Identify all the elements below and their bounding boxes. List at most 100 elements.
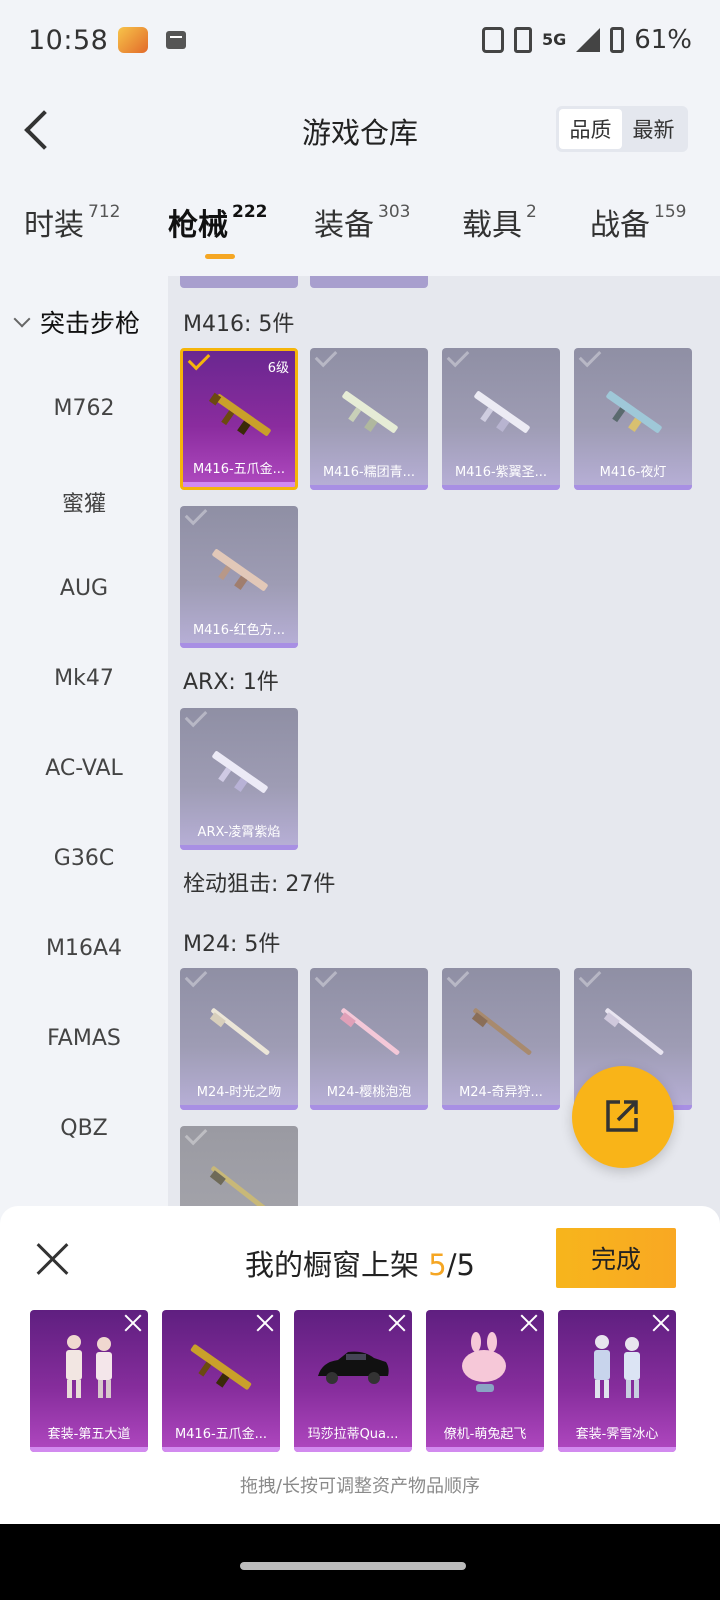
sidebar-item-ac-val[interactable]: AC-VAL [0, 756, 168, 781]
tab-combat-gear[interactable]: 战备 159 [590, 200, 686, 260]
tab-label: 战备 [590, 208, 650, 243]
tab-count: 222 [232, 202, 268, 222]
tab-count: 159 [654, 202, 687, 222]
rifle-icon [342, 391, 398, 433]
weapon-card[interactable]: M416-夜灯 [574, 348, 692, 490]
sidebar-item-qbz[interactable]: QBZ [0, 1116, 168, 1141]
showcase-item-name: 僚机-萌兔起飞 [443, 1427, 527, 1442]
remove-icon[interactable] [256, 1314, 274, 1332]
weapon-card[interactable]: M416-红色方... [180, 506, 298, 648]
checkmark-icon [184, 968, 208, 988]
scrolled-card-edge [310, 276, 428, 288]
signal-icon [576, 28, 601, 52]
sidebar-group-assault-rifles[interactable]: 突击步枪 [12, 304, 140, 340]
tab-count: 303 [378, 202, 411, 222]
chevron-down-icon [13, 310, 31, 328]
sort-toggle: 品质 最新 [556, 106, 688, 152]
weapon-card[interactable]: M24-樱桃泡泡 [310, 968, 428, 1110]
status-bar: 10:58 5G 61% [0, 0, 720, 80]
vibrate-icon [481, 27, 504, 53]
sniper-rifle-icon [603, 1008, 664, 1055]
rifle-icon [606, 391, 662, 433]
car-icon [318, 1351, 389, 1384]
header: 游戏仓库 品质 最新 [0, 90, 720, 170]
showcase-item[interactable]: M416-五爪金... [162, 1310, 280, 1452]
rifle-icon [208, 392, 271, 436]
weapon-card[interactable]: M24-时光之吻 [180, 968, 298, 1110]
status-icons: 5G 61% [481, 25, 692, 55]
tab-equipment[interactable]: 装备 303 [314, 200, 410, 260]
checkmark-icon [314, 348, 338, 368]
checkmark-icon [184, 1126, 208, 1146]
remove-icon[interactable] [388, 1314, 406, 1332]
sidebar-item-g36c[interactable]: G36C [0, 846, 168, 871]
showcase-item[interactable]: 套装-第五大道 [30, 1310, 148, 1452]
reorder-hint: 拖拽/长按可调整资产物品顺序 [239, 1476, 481, 1497]
weapon-card[interactable]: 6级 M416-五爪金... [180, 348, 298, 490]
level-badge: 6级 [267, 361, 289, 376]
category-tabs: 时装 712 枪械 222 装备 303 载具 2 战备 159 [0, 200, 720, 270]
clock: 10:58 [28, 24, 109, 56]
rifle-icon [212, 751, 268, 793]
remove-icon[interactable] [124, 1314, 142, 1332]
tab-weapons[interactable]: 枪械 222 [168, 200, 268, 260]
sniper-rifle-icon [471, 1008, 532, 1055]
weapon-name: M416-糯团青... [322, 465, 416, 480]
battery-level: 61% [634, 25, 692, 55]
sheet-title-text: 我的橱窗上架 [245, 1248, 429, 1282]
sidebar-item-aug[interactable]: AUG [0, 576, 168, 601]
sidebar-item-famas[interactable]: FAMAS [0, 1026, 168, 1051]
rifle-icon [190, 1344, 252, 1390]
group-title-arx: ARX: 1件 [183, 670, 279, 695]
tab-vehicles[interactable]: 载具 2 [462, 200, 537, 260]
tab-count: 712 [88, 202, 121, 222]
showcase-item-name: 套装-第五大道 [47, 1427, 131, 1442]
showcase-item-name: 玛莎拉蒂Qua... [307, 1427, 399, 1442]
showcase-sheet: 我的橱窗上架 5/5 完成 套装-第五大道 M416-五爪金... 玛莎拉蒂Qu… [0, 1206, 720, 1524]
checkmark-icon [184, 506, 208, 526]
sidebar-item-m16a4[interactable]: M16A4 [0, 936, 168, 961]
tab-fashion[interactable]: 时装 712 [24, 200, 120, 260]
tab-label: 装备 [314, 208, 374, 243]
rifle-icon [212, 549, 268, 591]
remove-icon[interactable] [652, 1314, 670, 1332]
showcase-item[interactable]: 玛莎拉蒂Qua... [294, 1310, 412, 1452]
weapon-card[interactable]: M416-紫翼圣... [442, 348, 560, 490]
checkmark-icon [446, 968, 470, 988]
outfit-icon [594, 1335, 640, 1398]
sort-quality-option[interactable]: 品质 [559, 109, 622, 149]
showcase-total: /5 [446, 1248, 475, 1282]
weapon-card[interactable]: ARX-凌霄紫焰 [180, 708, 298, 850]
remove-icon[interactable] [520, 1314, 538, 1332]
weapon-name: M416-五爪金... [192, 462, 286, 477]
weapon-card[interactable]: M24-奇异狩... [442, 968, 560, 1110]
tab-label: 枪械 [168, 208, 228, 243]
checkmark-icon [314, 968, 338, 988]
tab-label: 载具 [462, 208, 522, 243]
home-gesture-bar[interactable] [240, 1562, 466, 1570]
sniper-rifle-icon [209, 1008, 270, 1055]
system-nav-bar [0, 1524, 720, 1600]
sniper-rifle-icon [339, 1008, 400, 1055]
sidebar-item-m762[interactable]: M762 [0, 396, 168, 421]
checkmark-icon [446, 348, 470, 368]
checkmark-icon [578, 968, 602, 988]
app-notification-icon [118, 27, 149, 53]
weapon-card[interactable]: M416-糯团青... [310, 348, 428, 490]
checkmark-icon [187, 351, 211, 371]
sidebar-item-honey-badger[interactable]: 蜜獾 [0, 486, 168, 518]
sidebar-group-label: 突击步枪 [40, 309, 141, 338]
message-icon [166, 31, 187, 49]
showcase-item[interactable]: 僚机-萌兔起飞 [426, 1310, 544, 1452]
weapon-type-sidebar: 突击步枪 M762 蜜獾 AUG Mk47 AC-VAL G36C M16A4 … [0, 276, 168, 1226]
sidebar-item-mk47[interactable]: Mk47 [0, 666, 168, 691]
network-type: 5G [541, 30, 567, 49]
weapon-name: M24-樱桃泡泡 [326, 1085, 412, 1100]
sort-latest-option[interactable]: 最新 [622, 109, 685, 149]
weapon-name: M24-奇异狩... [459, 1085, 543, 1100]
share-button[interactable] [572, 1066, 674, 1168]
sim-icon [513, 27, 532, 53]
showcase-item[interactable]: 套装-霁雪冰心 [558, 1310, 676, 1452]
done-button[interactable]: 完成 [556, 1228, 676, 1288]
showcase-item-name: 套装-霁雪冰心 [575, 1427, 659, 1442]
